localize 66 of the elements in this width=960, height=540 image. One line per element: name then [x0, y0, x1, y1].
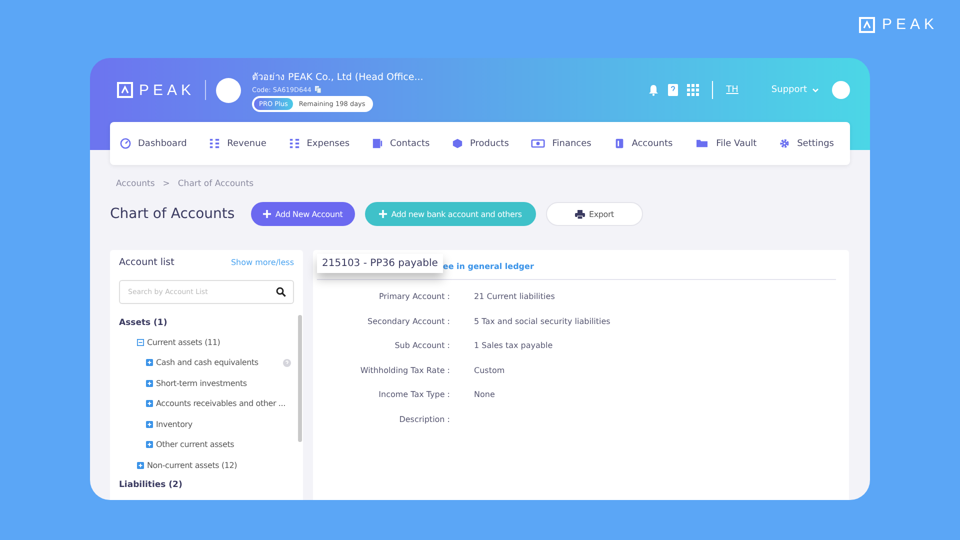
account-tree-item[interactable]: Short-term investments [119, 373, 294, 394]
tree-group-heading: Liabilities (2) [119, 478, 184, 492]
contact-card-icon [372, 138, 383, 149]
expand-icon[interactable] [137, 462, 144, 469]
account-tree-item[interactable]: Inventory [119, 414, 294, 434]
expand-icon[interactable] [146, 420, 153, 428]
field-value: 5 Tax and social security liabilities [474, 316, 612, 328]
plus-icon [263, 210, 272, 218]
field-label: Description : [398, 414, 450, 426]
account-tree-item[interactable]: Other current assets [119, 434, 294, 455]
apps-grid-icon[interactable] [687, 84, 700, 96]
page-title: Chart of Accounts [110, 206, 236, 222]
field-label: Sub Account : [394, 340, 450, 352]
app-logo[interactable]: PEAK [139, 82, 196, 98]
nav-item[interactable]: Accounts [614, 138, 673, 149]
banknote-icon [531, 138, 546, 149]
chevron-down-icon[interactable] [812, 88, 819, 92]
nav-item[interactable]: Contacts [372, 138, 430, 149]
expand-icon[interactable] [146, 380, 153, 387]
box-icon [452, 138, 464, 149]
logo-mark-icon [858, 16, 875, 32]
field-label: Secondary Account : [366, 316, 450, 328]
settings-icon [779, 138, 790, 149]
export-button[interactable]: Export [546, 202, 643, 226]
account-tree-item[interactable]: Accounts receivables and other ... [119, 394, 294, 414]
scrollbar[interactable] [298, 315, 302, 442]
help-book-icon[interactable] [668, 84, 678, 96]
copy-icon[interactable] [315, 86, 322, 93]
field-value: None [474, 389, 496, 401]
printer-icon [575, 210, 585, 218]
panel-title: Account list [119, 257, 174, 268]
gauge-icon [120, 138, 131, 149]
logo-mark-icon [117, 82, 133, 98]
folder-icon [695, 138, 710, 149]
collapse-icon[interactable] [137, 338, 144, 346]
list-icon [209, 138, 220, 149]
brand-logo: PEAK [882, 16, 938, 33]
plus-icon [379, 210, 388, 218]
account-tree-item[interactable]: Current assets (11) [119, 332, 294, 352]
field-value: 21 Current liabilities [474, 291, 556, 303]
nav-item[interactable]: Dashboard [120, 138, 187, 149]
field-label: Primary Account : [378, 291, 450, 303]
add-button[interactable]: Add New Account [251, 202, 355, 226]
nav-item[interactable]: File Vault [695, 138, 757, 149]
list-icon [288, 138, 300, 149]
expand-icon[interactable] [146, 359, 153, 366]
book-icon [614, 138, 625, 149]
nav-item[interactable]: Expenses [288, 138, 350, 149]
field-label: Withholding Tax Rate : [359, 364, 450, 377]
nav-item[interactable]: Products [452, 138, 509, 149]
user-avatar[interactable] [832, 81, 850, 99]
nav-item[interactable]: Settings [779, 138, 834, 149]
account-title-popup: 215103 - PP36 payable [317, 254, 443, 273]
expand-icon[interactable] [146, 400, 153, 408]
nav-item[interactable]: Revenue [209, 138, 266, 149]
bell-icon[interactable] [648, 84, 660, 96]
search-icon[interactable] [276, 287, 286, 297]
nav-item[interactable]: Finances [531, 138, 592, 149]
breadcrumb-separator: > [162, 179, 170, 189]
field-value: Custom [474, 364, 506, 376]
field-label: Income Tax Type : [378, 389, 450, 401]
expand-icon[interactable] [146, 441, 153, 448]
field-value: 1 Sales tax payable [474, 340, 554, 352]
account-tree-item[interactable]: Non-current assets (12) [119, 455, 294, 476]
account-tree-item[interactable]: Cash and cash equivalents [119, 352, 294, 373]
tree-group-heading: Assets (1) [119, 317, 168, 330]
